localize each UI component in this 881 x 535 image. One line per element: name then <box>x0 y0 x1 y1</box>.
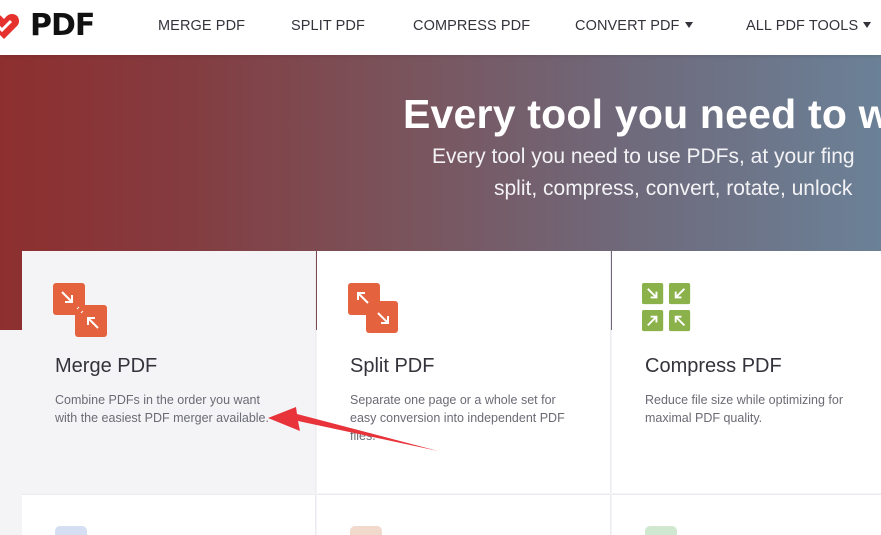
tool-title: Merge PDF <box>55 355 158 377</box>
tool-description: Reduce file size while optimizing for ma… <box>645 393 844 425</box>
hero-title: Every tool you need to w <box>403 91 881 137</box>
hero-subtitle-line2: split, compress, convert, rotate, unlock <box>494 177 853 200</box>
tool-title: Split PDF <box>350 355 435 377</box>
tool-description: Separate one page or a whole set for eas… <box>350 393 565 443</box>
nav-label: ALL PDF TOOLS <box>746 18 859 34</box>
tool-title: Compress PDF <box>645 355 782 377</box>
compress-icon <box>642 283 691 332</box>
logo-text: PDF <box>30 8 95 43</box>
split-icon <box>348 283 398 333</box>
tool-icon <box>645 526 677 535</box>
tool-card-merge-pdf[interactable]: Merge PDF Combine PDFs in the order you … <box>22 251 316 493</box>
nav-label: SPLIT PDF <box>291 18 365 34</box>
caret-down-icon <box>863 22 872 28</box>
caret-down-icon <box>684 22 693 28</box>
tool-icon <box>350 526 382 535</box>
tool-card-row2-1[interactable] <box>22 494 316 535</box>
nav-compress-pdf[interactable]: COMPRESS PDF <box>413 0 530 55</box>
tool-card-split-pdf[interactable]: Split PDF Separate one page or a whole s… <box>317 251 611 493</box>
tool-icon <box>55 526 87 535</box>
top-navbar: PDF MERGE PDF SPLIT PDF COMPRESS PDF CON… <box>0 0 881 55</box>
hero-subtitle-line1: Every tool you need to use PDFs, at your… <box>432 145 855 168</box>
nav-label: CONVERT PDF <box>575 18 680 34</box>
nav-label: COMPRESS PDF <box>413 18 531 34</box>
nav-label: MERGE PDF <box>158 18 246 34</box>
tool-card-compress-pdf[interactable]: Compress PDF Reduce file size while opti… <box>612 251 881 493</box>
nav-all-pdf-tools[interactable]: ALL PDF TOOLS <box>746 0 872 55</box>
nav-split-pdf[interactable]: SPLIT PDF <box>291 0 365 55</box>
tools-grid: Merge PDF Combine PDFs in the order you … <box>22 251 881 535</box>
tool-card-row2-2[interactable] <box>317 494 611 535</box>
nav-convert-pdf[interactable]: CONVERT PDF <box>575 0 693 55</box>
heart-logo-icon <box>0 14 20 39</box>
merge-icon <box>53 283 107 337</box>
tool-description: Combine PDFs in the order you want with … <box>55 393 269 425</box>
tool-card-row2-3[interactable] <box>612 494 881 535</box>
nav-merge-pdf[interactable]: MERGE PDF <box>158 0 245 55</box>
